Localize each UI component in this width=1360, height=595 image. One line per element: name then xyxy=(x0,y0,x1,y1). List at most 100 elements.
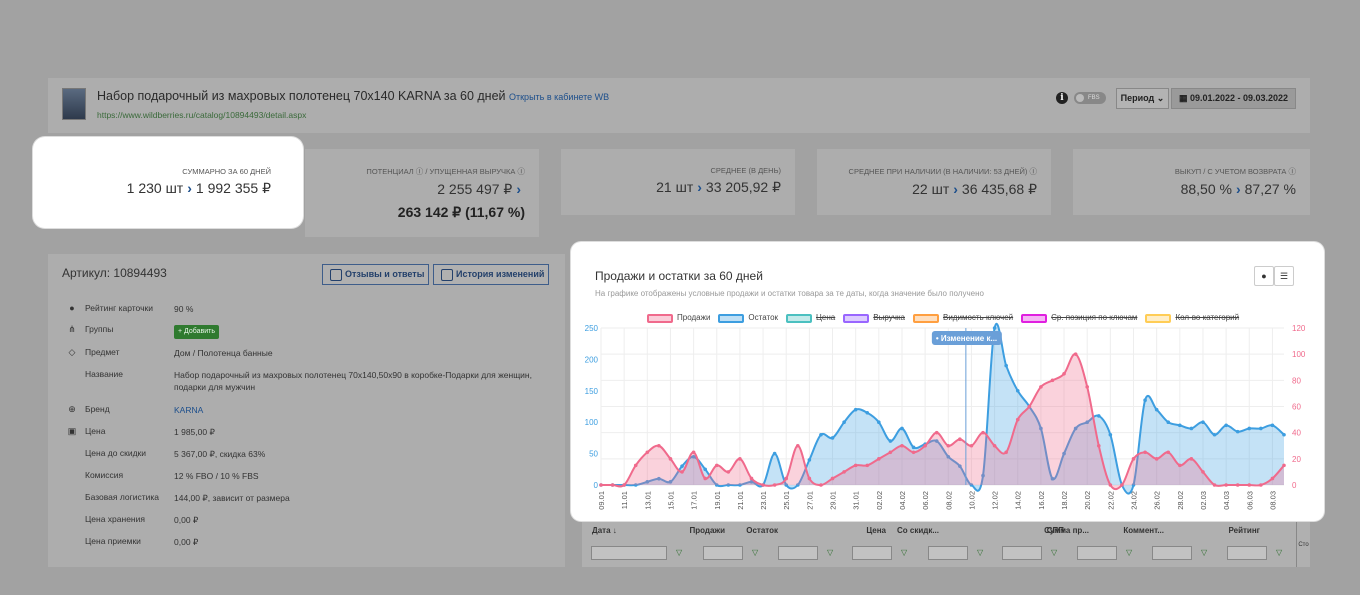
row-key: Цена до скидки xyxy=(85,448,146,458)
x-tick-label: 27.01 xyxy=(805,491,814,510)
add-group-button[interactable]: + Добавить xyxy=(174,325,219,339)
info-icon[interactable]: i xyxy=(1056,92,1068,104)
filter-icon[interactable]: ▽ xyxy=(1126,548,1132,557)
data-point xyxy=(1247,426,1252,431)
row-value[interactable]: KARNA xyxy=(174,404,534,416)
x-tick-label: 02.02 xyxy=(875,491,884,510)
chevron-right-icon: › xyxy=(187,180,192,196)
history-button[interactable]: История изменений xyxy=(433,264,549,285)
filter-icon[interactable]: ▽ xyxy=(1201,548,1207,557)
row-key: Название xyxy=(85,369,123,379)
x-tick-label: 04.03 xyxy=(1222,491,1231,510)
filter-icon[interactable]: ▽ xyxy=(901,548,907,557)
filter-icon[interactable]: ▽ xyxy=(676,548,682,557)
column-filter-input[interactable] xyxy=(1002,546,1042,560)
date-range-button[interactable]: ▦ 09.01.2022 - 09.03.2022 xyxy=(1171,88,1296,109)
column-header[interactable]: Рейтинг xyxy=(1200,526,1260,535)
x-tick-label: 24.02 xyxy=(1130,491,1139,510)
x-tick-label: 19.01 xyxy=(713,491,722,510)
data-point xyxy=(807,476,812,481)
column-header[interactable]: Сумма пр... xyxy=(1029,526,1089,535)
data-point xyxy=(1131,457,1136,461)
data-point xyxy=(923,443,927,448)
data-point xyxy=(772,483,777,487)
stat-total-value: 1 230 шт › 1 992 355 ₽ xyxy=(33,180,271,197)
period-dropdown[interactable]: Период ⌄ xyxy=(1116,88,1169,109)
stat-average-available-qty: 22 шт xyxy=(912,181,950,197)
data-point xyxy=(784,476,789,481)
row-value: Набор подарочный из махровых полотенец 7… xyxy=(174,370,532,392)
column-filter-input[interactable] xyxy=(591,546,667,560)
column-filter-input[interactable] xyxy=(1152,546,1192,560)
data-point xyxy=(969,443,974,448)
change-tooltip-label: • Изменение к... xyxy=(936,334,997,343)
x-tick-label: 31.01 xyxy=(852,491,861,510)
row-value: + Добавить xyxy=(174,324,534,339)
data-point xyxy=(1212,432,1217,437)
row-icon: ◇ xyxy=(68,347,76,357)
stat-average: СРЕДНЕЕ (В ДЕНЬ) 21 шт › 33 205,92 ₽ xyxy=(561,149,795,215)
data-point xyxy=(819,483,823,487)
data-point xyxy=(807,458,812,462)
data-point xyxy=(1282,432,1286,437)
column-header[interactable]: Коммент... xyxy=(1104,526,1164,535)
column-filter-input[interactable] xyxy=(852,546,892,560)
data-point xyxy=(599,483,603,487)
data-point xyxy=(853,463,858,468)
row-key: Цена xyxy=(85,426,106,436)
data-point xyxy=(1178,463,1182,468)
filter-icon[interactable]: ▽ xyxy=(1051,548,1057,557)
row-key: Базовая логистика xyxy=(85,492,160,502)
stat-total-sum: 1 992 355 ₽ xyxy=(195,180,271,196)
data-point xyxy=(703,467,707,472)
row-key: Предмет xyxy=(85,347,120,357)
data-point xyxy=(1015,389,1020,393)
x-tick-label: 18.02 xyxy=(1060,491,1069,510)
column-header[interactable]: Дата ↓ xyxy=(592,526,617,535)
stat-potential-sum: 2 255 497 ₽ xyxy=(437,181,513,197)
column-filter-input[interactable] xyxy=(703,546,743,560)
data-table: Дата ↓ ▽ Продажи ▽ Остаток ▽ Цена ▽ Со скидк... ▽… xyxy=(582,522,1296,567)
column-header[interactable]: Цена xyxy=(826,526,886,535)
stat-lost-revenue: 263 142 ₽ (11,67 %) xyxy=(397,204,525,220)
row-value: 5 367,00 ₽, скидка 63% xyxy=(174,449,266,459)
x-tick-label: 25.01 xyxy=(782,491,791,510)
product-thumbnail[interactable] xyxy=(62,88,86,120)
data-point xyxy=(610,483,615,487)
data-point xyxy=(1085,385,1090,389)
data-point xyxy=(981,430,985,435)
chevron-down-icon: ⌄ xyxy=(1156,93,1165,103)
column-filter-input[interactable] xyxy=(928,546,968,560)
fbs-toggle[interactable]: FBS xyxy=(1074,92,1106,104)
column-header[interactable]: Остаток xyxy=(718,526,778,535)
article-panel: Артикул: 10894493 Отзывы и ответы Истори… xyxy=(48,254,565,567)
stat-buyout: ВЫКУП / С УЧЕТОМ ВОЗВРАТА ⓘ 88,50 % › 87,2… xyxy=(1073,149,1310,215)
data-point xyxy=(657,443,661,448)
column-filter-input[interactable] xyxy=(1227,546,1267,560)
product-url-link[interactable]: https://www.wildberries.ru/catalog/10894… xyxy=(97,110,306,120)
filter-icon[interactable]: ▽ xyxy=(827,548,833,557)
data-point xyxy=(1154,457,1159,461)
stat-average-available-label: СРЕДНЕЕ ПРИ НАЛИЧИИ (В НАЛИЧИИ: 53 ДНЕЙ)… xyxy=(848,167,1037,176)
column-filter-input[interactable] xyxy=(778,546,818,560)
data-point xyxy=(877,420,881,424)
filter-icon[interactable]: ▽ xyxy=(1276,548,1282,557)
filter-icon[interactable]: ▽ xyxy=(977,548,983,557)
row-key: Комиссия xyxy=(85,470,124,480)
open-in-cabinet-link[interactable]: Открыть в кабинете WB xyxy=(509,92,609,102)
x-tick-label: 16.02 xyxy=(1037,491,1046,510)
y-left-tick: 200 xyxy=(585,355,599,364)
column-header[interactable]: Продажи xyxy=(665,526,725,535)
column-header[interactable]: Со скидк... xyxy=(879,526,939,535)
column-filter-input[interactable] xyxy=(1077,546,1117,560)
row-key: Бренд xyxy=(85,404,110,414)
data-point xyxy=(1166,450,1171,455)
x-tick-label: 12.02 xyxy=(991,491,1000,510)
table-side-column[interactable]: Сто xyxy=(1296,522,1310,567)
data-point xyxy=(1096,443,1101,448)
filter-icon[interactable]: ▽ xyxy=(752,548,758,557)
date-range-label: 09.01.2022 - 09.03.2022 xyxy=(1189,93,1289,103)
data-point xyxy=(1212,483,1217,487)
row-icon: ⊕ xyxy=(68,404,76,414)
reviews-button[interactable]: Отзывы и ответы xyxy=(322,264,429,285)
